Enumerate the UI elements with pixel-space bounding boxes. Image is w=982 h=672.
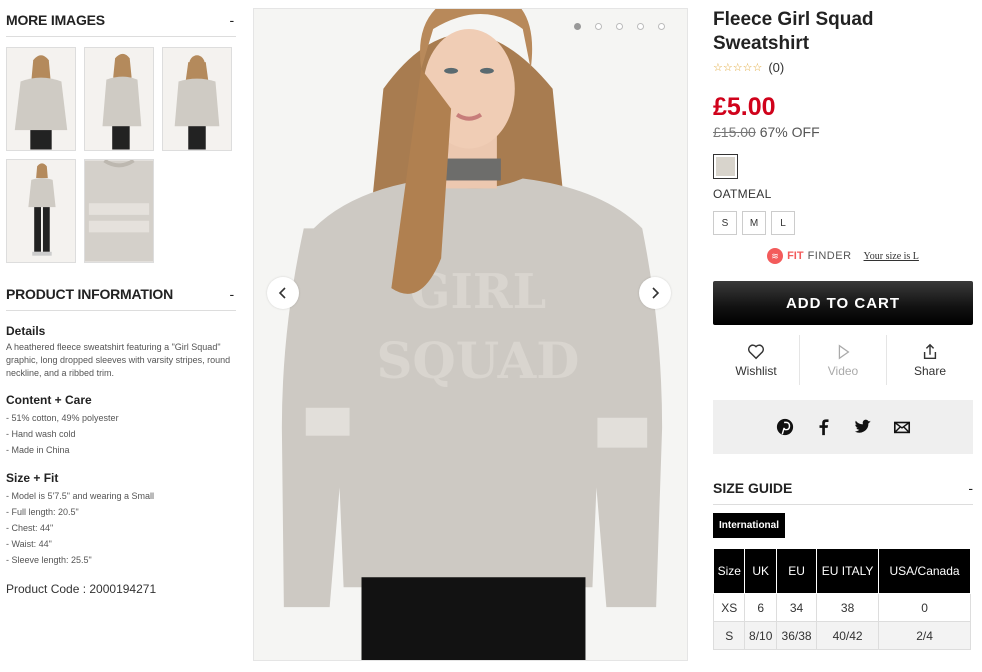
size-option-m[interactable]: M [742, 211, 766, 235]
video-button[interactable]: Video [800, 335, 887, 385]
color-name: OATMEAL [713, 187, 772, 201]
table-cell: 34 [775, 593, 818, 622]
thumbnail-back[interactable] [162, 47, 232, 151]
care-item: - Hand wash cold [6, 429, 76, 439]
swatch-fill [716, 157, 735, 176]
more-images-title: MORE IMAGES [6, 12, 105, 28]
carousel-dot[interactable] [574, 23, 581, 30]
carousel-dots [574, 23, 665, 30]
pinterest-icon[interactable] [776, 418, 794, 436]
heart-icon [747, 343, 765, 359]
fit-finder-icon: ≋ [767, 248, 784, 264]
table-header-row: Size UK EU EU ITALY USA/Canada [712, 548, 971, 594]
collapse-toggle-icon[interactable]: - [230, 12, 236, 28]
more-images-header[interactable]: MORE IMAGES - [6, 12, 236, 37]
twitter-icon[interactable] [854, 418, 872, 436]
fit-item: - Model is 5'7.5" and wearing a Small [6, 491, 154, 501]
original-price-row: £15.00 67% OFF [713, 124, 973, 140]
carousel-dot[interactable] [616, 23, 623, 30]
size-selector: S M L [713, 211, 973, 235]
table-cell: XS [712, 593, 746, 622]
table-cell: 38 [816, 593, 880, 622]
details-text: A heathered fleece sweatshirt featuring … [6, 342, 231, 378]
thumbnail-full-length[interactable] [6, 159, 76, 263]
right-column: Fleece Girl Squad Sweatshirt ☆☆☆☆☆ (0) £… [712, 8, 973, 650]
size-option-l[interactable]: L [771, 211, 795, 235]
care-item: - 51% cotton, 49% polyester [6, 413, 119, 423]
share-button[interactable]: Share [887, 335, 973, 385]
table-cell: 0 [878, 593, 971, 622]
column-header: EU ITALY [816, 548, 880, 594]
carousel-dot[interactable] [637, 23, 644, 30]
email-icon[interactable] [893, 418, 911, 436]
care-item: - Made in China [6, 445, 70, 455]
review-count[interactable]: (0) [768, 60, 784, 75]
action-bar: Wishlist Video Share [713, 335, 973, 385]
size-guide-header[interactable]: SIZE GUIDE - [713, 480, 973, 505]
fit-finder-brand-rest: FINDER [807, 250, 852, 262]
color-swatch[interactable] [713, 154, 738, 179]
social-share-bar [713, 400, 973, 454]
fit-item: - Sleeve length: 25.5" [6, 555, 92, 565]
sale-price: £5.00 [713, 93, 776, 121]
discount-label: 67% OFF [759, 124, 820, 140]
collapse-toggle-icon[interactable]: - [968, 480, 973, 496]
size-fit-heading: Size + Fit [6, 471, 59, 485]
carousel-next-button[interactable] [639, 277, 671, 309]
size-option-s[interactable]: S [713, 211, 737, 235]
column-header: USA/Canada [878, 548, 971, 594]
carousel-dot[interactable] [595, 23, 602, 30]
original-price: £15.00 [713, 124, 756, 140]
table-cell: 8/10 [744, 621, 777, 650]
share-label: Share [913, 363, 947, 378]
thumbnail-front[interactable] [6, 47, 76, 151]
table-cell: 2/4 [878, 621, 971, 650]
play-icon [838, 343, 850, 360]
fit-item: - Chest: 44" [6, 523, 54, 533]
video-label: Video [827, 363, 859, 378]
carousel-prev-button[interactable] [267, 277, 299, 309]
column-header: UK [744, 548, 777, 594]
thumbnail-side[interactable] [84, 47, 154, 151]
share-icon [923, 343, 937, 359]
add-to-cart-button[interactable]: ADD TO CART [713, 281, 973, 325]
star-rating-icon: ☆☆☆☆☆ [713, 62, 763, 74]
chevron-left-icon [278, 287, 286, 299]
thumbnail-grid [6, 47, 236, 263]
wishlist-label: Wishlist [735, 363, 777, 378]
rating[interactable]: ☆☆☆☆☆ (0) [713, 60, 973, 75]
tab-international[interactable]: International [713, 513, 786, 538]
details-heading: Details [6, 324, 46, 338]
fit-finder[interactable]: ≋ FIT FINDER Your size is L [713, 248, 973, 264]
product-information-title: PRODUCT INFORMATION [6, 286, 174, 302]
fit-item: - Waist: 44" [6, 539, 52, 549]
chevron-right-icon [652, 287, 660, 299]
table-cell: S [712, 621, 746, 650]
table-cell: 40/42 [816, 621, 880, 650]
table-row: XS 6 34 38 0 [712, 593, 971, 622]
fit-item: - Full length: 20.5" [6, 507, 79, 517]
fit-finder-brand: FIT [787, 250, 804, 262]
left-column: MORE IMAGES - PRODUCT INFORMATION - Deta… [6, 12, 236, 596]
table-cell: 36/38 [775, 621, 818, 650]
table-cell: 6 [744, 593, 777, 622]
size-guide-title: SIZE GUIDE [713, 480, 793, 496]
table-row: S 8/10 36/38 40/42 2/4 [712, 621, 971, 650]
product-code: Product Code : 2000194271 [6, 582, 157, 596]
product-photo: GIRL SQUAD [254, 9, 687, 660]
content-care-heading: Content + Care [6, 393, 92, 407]
column-header: Size [712, 548, 746, 594]
fit-finder-link[interactable]: Your size is L [864, 251, 919, 262]
svg-text:SQUAD: SQUAD [377, 331, 580, 390]
facebook-icon[interactable] [815, 418, 833, 436]
thumbnail-detail[interactable] [84, 159, 154, 263]
carousel-dot[interactable] [658, 23, 665, 30]
product-title: Fleece Girl Squad Sweatshirt [713, 9, 874, 54]
product-information-header[interactable]: PRODUCT INFORMATION - [6, 286, 236, 311]
collapse-toggle-icon[interactable]: - [230, 286, 236, 302]
main-product-image[interactable]: GIRL SQUAD [253, 8, 688, 661]
size-guide-table: Size UK EU EU ITALY USA/Canada XS 6 34 3… [712, 548, 971, 650]
column-header: EU [775, 548, 818, 594]
wishlist-button[interactable]: Wishlist [713, 335, 800, 385]
